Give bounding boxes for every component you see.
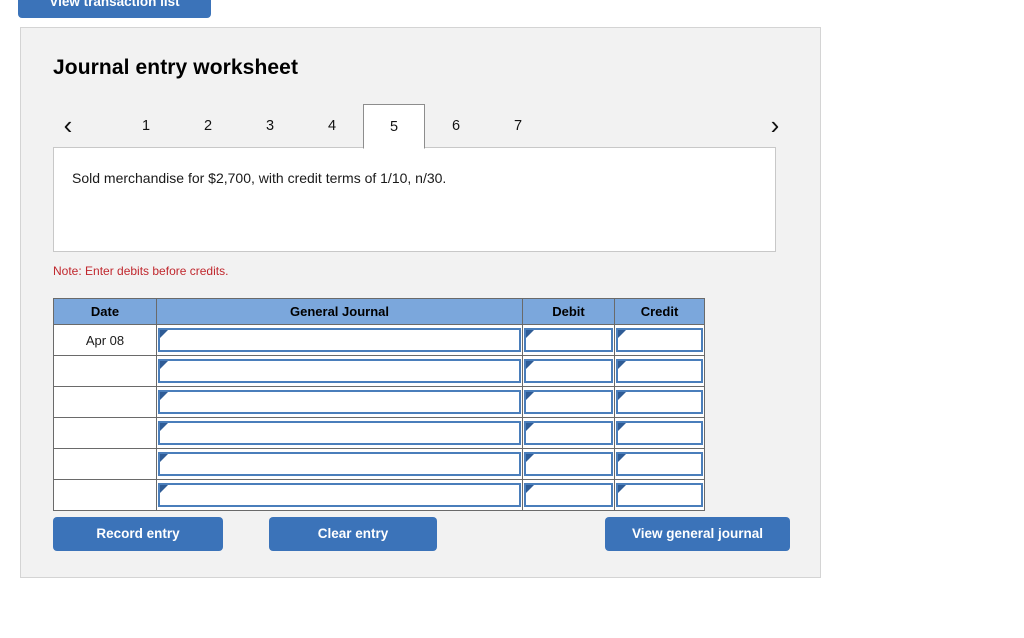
credit-input[interactable] [616,452,703,476]
chevron-right-icon[interactable]: › [760,108,790,142]
debit-input[interactable] [524,483,613,507]
journal-entry-table: Date General Journal Debit Credit Apr 08 [53,298,705,511]
debit-input[interactable] [524,390,613,414]
tab-6[interactable]: 6 [425,104,487,149]
date-cell[interactable]: Apr 08 [53,324,157,356]
general-journal-cell[interactable] [156,479,523,511]
column-header-date: Date [53,298,157,325]
tab-1[interactable]: 1 [115,104,177,149]
debit-cell[interactable] [522,417,615,449]
debits-before-credits-note: Note: Enter debits before credits. [53,264,229,278]
table-row [53,479,705,511]
table-row [53,448,705,480]
account-input[interactable] [158,421,521,445]
credit-cell[interactable] [614,324,705,356]
credit-input[interactable] [616,328,703,352]
transaction-description-text: Sold merchandise for $2,700, with credit… [72,170,447,186]
credit-input[interactable] [616,483,703,507]
tab-3[interactable]: 3 [239,104,301,149]
date-cell[interactable] [53,417,157,449]
table-row: Apr 08 [53,324,705,356]
debit-input[interactable] [524,452,613,476]
credit-cell[interactable] [614,386,705,418]
tab-7[interactable]: 7 [487,104,549,149]
credit-input[interactable] [616,359,703,383]
debit-input[interactable] [524,359,613,383]
debit-cell[interactable] [522,479,615,511]
column-header-credit: Credit [614,298,705,325]
general-journal-cell[interactable] [156,417,523,449]
credit-input[interactable] [616,390,703,414]
credit-cell[interactable] [614,479,705,511]
account-input[interactable] [158,359,521,383]
debit-cell[interactable] [522,448,615,480]
tab-4[interactable]: 4 [301,104,363,149]
account-input[interactable] [158,483,521,507]
transaction-description-box: Sold merchandise for $2,700, with credit… [53,147,776,252]
general-journal-cell[interactable] [156,324,523,356]
table-header-row: Date General Journal Debit Credit [53,298,705,325]
debit-cell[interactable] [522,355,615,387]
debit-input[interactable] [524,421,613,445]
journal-entry-worksheet-panel: Journal entry worksheet ‹ 1 2 3 4 5 6 7 … [20,27,821,578]
debit-cell[interactable] [522,324,615,356]
general-journal-cell[interactable] [156,448,523,480]
credit-cell[interactable] [614,448,705,480]
date-cell[interactable] [53,448,157,480]
credit-input[interactable] [616,421,703,445]
table-row [53,417,705,449]
clear-entry-button[interactable]: Clear entry [269,517,437,551]
debit-cell[interactable] [522,386,615,418]
chevron-left-icon[interactable]: ‹ [53,108,83,142]
credit-cell[interactable] [614,417,705,449]
general-journal-cell[interactable] [156,386,523,418]
table-row [53,355,705,387]
screen: View transaction list Journal entry work… [0,0,1024,638]
tab-2[interactable]: 2 [177,104,239,149]
column-header-debit: Debit [522,298,615,325]
table-row [53,386,705,418]
view-general-journal-button[interactable]: View general journal [605,517,790,551]
debit-input[interactable] [524,328,613,352]
column-header-general-journal: General Journal [156,298,523,325]
account-input[interactable] [158,390,521,414]
credit-cell[interactable] [614,355,705,387]
date-cell[interactable] [53,479,157,511]
account-input[interactable] [158,328,521,352]
view-transaction-list-button[interactable]: View transaction list [18,0,211,18]
worksheet-tab-strip: ‹ 1 2 3 4 5 6 7 › [53,101,790,149]
date-cell[interactable] [53,355,157,387]
tab-5[interactable]: 5 [363,104,425,149]
record-entry-button[interactable]: Record entry [53,517,223,551]
page-title: Journal entry worksheet [53,56,299,79]
account-input[interactable] [158,452,521,476]
general-journal-cell[interactable] [156,355,523,387]
date-cell[interactable] [53,386,157,418]
